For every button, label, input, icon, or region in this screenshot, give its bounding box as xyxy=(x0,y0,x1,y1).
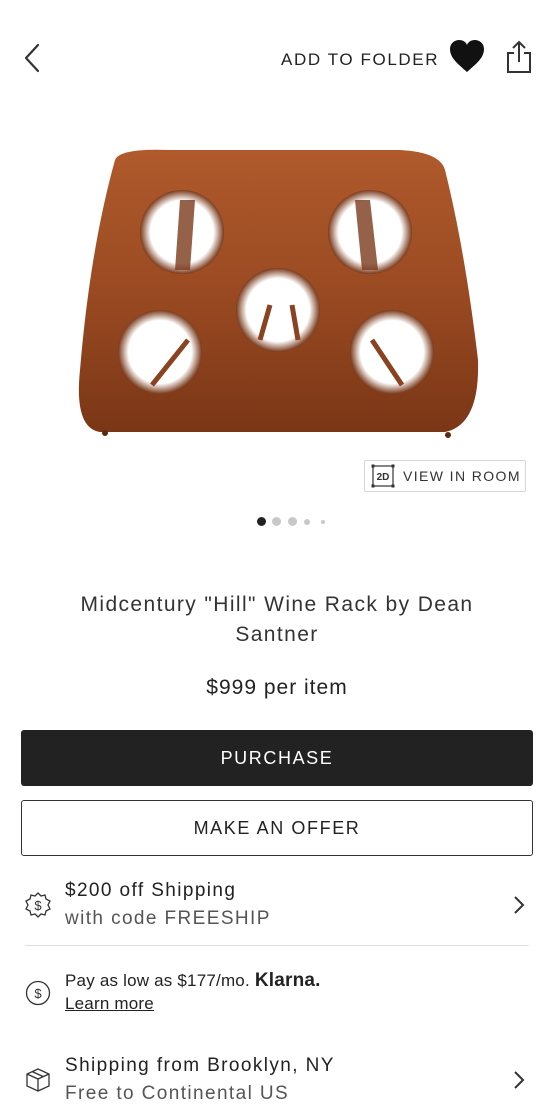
carousel-dot-active[interactable] xyxy=(257,517,266,526)
promo-title: $200 off Shipping xyxy=(65,880,237,901)
share-icon[interactable] xyxy=(504,38,534,76)
back-chevron-icon[interactable] xyxy=(18,40,50,76)
carousel-dot[interactable] xyxy=(288,517,297,526)
klarna-logo: Klarna. xyxy=(254,970,321,991)
package-box-icon xyxy=(26,1068,50,1092)
carousel-dots xyxy=(0,515,554,527)
view-in-room-label: VIEW IN ROOM xyxy=(403,468,521,484)
dollar-circle-icon: $ xyxy=(25,980,51,1006)
view-2d-badge: 2D xyxy=(377,472,390,483)
shipping-origin: Shipping from Brooklyn, NY xyxy=(65,1055,335,1076)
make-offer-button[interactable]: MAKE AN OFFER xyxy=(21,800,533,856)
heart-icon[interactable] xyxy=(448,38,486,76)
svg-text:$: $ xyxy=(34,986,42,1001)
chevron-right-icon xyxy=(514,1071,525,1089)
financing-amount: Pay as low as $177/mo. xyxy=(65,971,250,990)
purchase-button[interactable]: PURCHASE xyxy=(21,730,533,786)
product-title: Midcentury "Hill" Wine Rack by Dean Sant… xyxy=(80,593,474,646)
top-bar: ADD TO FOLDER xyxy=(0,0,554,110)
shipping-promo-row[interactable]: $ $200 off Shipping with code FREESHIP xyxy=(0,870,554,940)
add-to-folder-button[interactable]: ADD TO FOLDER xyxy=(281,50,439,70)
divider xyxy=(25,945,529,946)
shipping-info-row[interactable]: Shipping from Brooklyn, NY Free to Conti… xyxy=(0,1045,554,1108)
shipping-cost: Free to Continental US xyxy=(65,1083,290,1104)
dollar-badge-icon: $ xyxy=(25,892,51,918)
view-2d-icon: 2D xyxy=(371,464,395,488)
carousel-dot[interactable] xyxy=(272,517,281,526)
svg-text:$: $ xyxy=(34,898,42,913)
carousel-dot[interactable] xyxy=(321,520,325,524)
carousel-dot[interactable] xyxy=(304,518,310,525)
chevron-right-icon xyxy=(514,896,525,914)
product-price: $999 per item xyxy=(206,676,348,699)
learn-more-link[interactable]: Learn more xyxy=(65,994,154,1014)
promo-subtitle: with code FREESHIP xyxy=(65,908,271,929)
product-image[interactable] xyxy=(60,140,500,450)
view-in-room-button[interactable]: 2D VIEW IN ROOM xyxy=(364,460,526,492)
financing-text: Pay as low as $177/mo. Klarna. xyxy=(65,970,321,992)
